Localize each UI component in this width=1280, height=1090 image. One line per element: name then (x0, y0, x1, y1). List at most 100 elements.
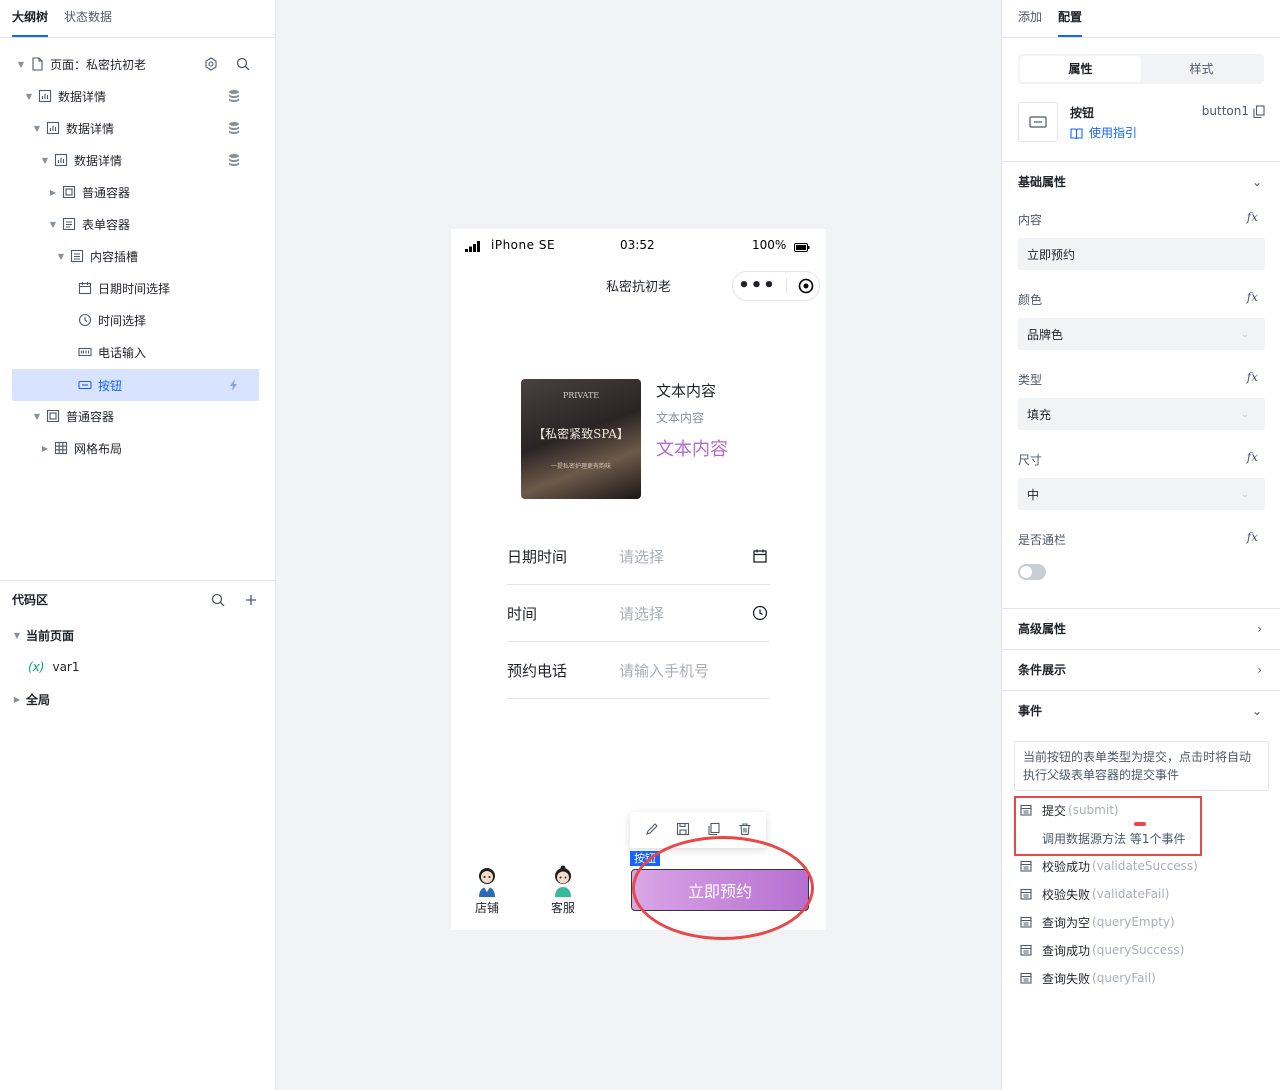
section-events-title: 事件 (1018, 704, 1043, 718)
save-icon[interactable] (676, 822, 690, 839)
tree-item-label: 数据详情 (66, 121, 115, 136)
search-icon[interactable] (211, 593, 225, 607)
time-input[interactable]: 请选择 (619, 603, 752, 624)
tree-item-data-detail-3[interactable]: ▼ 数据详情 (12, 144, 259, 176)
calendar-icon (78, 281, 92, 295)
tree-item-form-container[interactable]: ▼ 表单容器 (12, 208, 259, 240)
tree-item-label: 普通容器 (82, 185, 131, 200)
tab-state-data[interactable]: 状态数据 (64, 8, 112, 37)
fx-icon[interactable]: fx (1247, 530, 1258, 544)
phone-input[interactable]: 请输入手机号 (619, 660, 770, 681)
datetime-input[interactable]: 请选择 (619, 546, 752, 567)
caret-right-icon[interactable]: ▶ (12, 695, 22, 704)
form-row-phone[interactable]: 预约电话 请输入手机号 (507, 642, 770, 699)
tree-item-page[interactable]: ▼ 页面：私密抗初老 (12, 48, 259, 80)
status-bar: iPhone SE 03:52 100% (451, 229, 826, 261)
tree-item-label: 按钮 (98, 378, 123, 393)
search-icon[interactable] (236, 57, 250, 71)
size-select[interactable]: 中 ⌄ (1018, 478, 1265, 510)
event-code: (validateSuccess) (1092, 859, 1198, 873)
caret-down-icon[interactable]: ▼ (32, 412, 42, 421)
section-events[interactable]: 事件 ⌄ (1002, 690, 1280, 730)
caret-right-icon[interactable]: ▶ (48, 188, 58, 197)
tree-item-button-selected[interactable]: 按钮 (12, 369, 259, 401)
tree-item-data-detail-2[interactable]: ▼ 数据详情 (12, 112, 259, 144)
event-icon (1020, 860, 1032, 872)
code-current-page[interactable]: ▼ 当前页面 (12, 619, 74, 651)
right-panel: 添加 配置 属性 样式 按钮 使用指引 button1 基础属性 ⌄ 内容 fx… (1001, 0, 1280, 1090)
shop-tab[interactable]: 店铺 (467, 865, 507, 916)
caret-down-icon[interactable]: ▼ (24, 92, 34, 101)
tree-item-grid-layout[interactable]: ▶ 网格布局 (12, 432, 259, 464)
edit-icon[interactable] (645, 822, 659, 839)
tree-item-time-picker[interactable]: 时间选择 (12, 304, 259, 336)
chevron-down-icon: ⌄ (1240, 408, 1249, 420)
usage-guide-link[interactable]: 使用指引 (1070, 124, 1137, 141)
event-validate-success[interactable]: 校验成功 (validateSuccess) (1020, 855, 1198, 877)
button-icon (78, 378, 92, 392)
chart-icon (54, 153, 68, 167)
chevron-down-icon: ⌄ (1240, 328, 1249, 340)
close-mini-app-icon[interactable] (798, 278, 814, 294)
event-name: 校验成功 (1042, 859, 1091, 874)
chevron-right-icon[interactable]: › (1257, 622, 1262, 636)
settings-icon[interactable] (204, 57, 218, 71)
tab-config[interactable]: 配置 (1058, 8, 1083, 37)
color-select[interactable]: 品牌色 ⌄ (1018, 318, 1265, 350)
caret-right-icon[interactable]: ▶ (40, 444, 50, 453)
tree-item-container-1[interactable]: ▶ 普通容器 (12, 176, 259, 208)
tree-item-data-detail-1[interactable]: ▼ 数据详情 (12, 80, 259, 112)
code-variable-item[interactable]: (x) var1 (28, 651, 80, 683)
form-icon (62, 217, 76, 231)
copy-id-icon[interactable] (1253, 105, 1265, 119)
event-query-fail[interactable]: 查询失败 (queryFail) (1020, 967, 1156, 989)
calendar-icon[interactable] (752, 548, 768, 564)
text-content-title: 文本内容 (656, 382, 717, 400)
section-condition-display[interactable]: 条件展示 › (1002, 649, 1280, 689)
fullwidth-toggle[interactable] (1018, 564, 1046, 580)
form-row-datetime[interactable]: 日期时间 请选择 (507, 528, 770, 585)
event-code: (queryFail) (1092, 971, 1156, 985)
event-query-success[interactable]: 查询成功 (querySuccess) (1020, 939, 1184, 961)
chevron-down-icon[interactable]: ⌄ (1252, 175, 1262, 189)
section-advanced-properties[interactable]: 高级属性 › (1002, 608, 1280, 648)
caret-down-icon[interactable]: ▼ (48, 220, 58, 229)
caret-down-icon[interactable]: ▼ (12, 631, 22, 640)
prop-label-color: 颜色 (1018, 293, 1043, 307)
customer-service-tab[interactable]: 客服 (543, 865, 583, 916)
caret-down-icon[interactable]: ▼ (16, 60, 26, 69)
event-validate-fail[interactable]: 校验失败 (validateFail) (1020, 883, 1169, 905)
event-query-empty[interactable]: 查询为空 (queryEmpty) (1020, 911, 1175, 933)
caret-down-icon[interactable]: ▼ (56, 252, 66, 261)
form-row-time[interactable]: 时间 请选择 (507, 585, 770, 642)
fx-icon[interactable]: fx (1247, 210, 1258, 224)
seg-style[interactable]: 样式 (1141, 56, 1262, 82)
seg-properties[interactable]: 属性 (1020, 56, 1141, 82)
chevron-right-icon[interactable]: › (1257, 663, 1262, 677)
content-input[interactable]: 立即预约 (1018, 238, 1265, 270)
code-global[interactable]: ▶ 全局 (12, 683, 50, 715)
tree-item-content-slot[interactable]: ▼ 内容插槽 (12, 240, 259, 272)
tab-outline-tree[interactable]: 大纲树 (12, 8, 49, 37)
tree-item-datetime-picker[interactable]: 日期时间选择 (12, 272, 259, 304)
tree-item-container-2[interactable]: ▼ 普通容器 (12, 400, 259, 432)
event-code: (queryEmpty) (1092, 915, 1175, 929)
chevron-down-icon[interactable]: ⌄ (1252, 704, 1262, 718)
tree-item-label: 普通容器 (66, 409, 115, 424)
status-time: 03:52 (620, 238, 655, 252)
chart-icon (46, 121, 60, 135)
fx-icon[interactable]: fx (1247, 450, 1258, 464)
tree-item-label: 时间选择 (98, 313, 147, 328)
caret-down-icon[interactable]: ▼ (40, 156, 50, 165)
caret-down-icon[interactable]: ▼ (32, 124, 42, 133)
type-select[interactable]: 填充 ⌄ (1018, 398, 1265, 430)
fx-icon[interactable]: fx (1247, 370, 1258, 384)
tab-add[interactable]: 添加 (1018, 8, 1042, 37)
section-basic-properties[interactable]: 基础属性 ⌄ (1002, 161, 1280, 201)
fx-icon[interactable]: fx (1247, 290, 1258, 304)
tree-item-phone-input[interactable]: 电话输入 (12, 336, 259, 368)
add-icon[interactable] (244, 593, 258, 607)
lightning-icon[interactable] (227, 378, 241, 392)
clock-icon[interactable] (752, 605, 768, 621)
more-icon[interactable]: ••• (738, 277, 776, 295)
